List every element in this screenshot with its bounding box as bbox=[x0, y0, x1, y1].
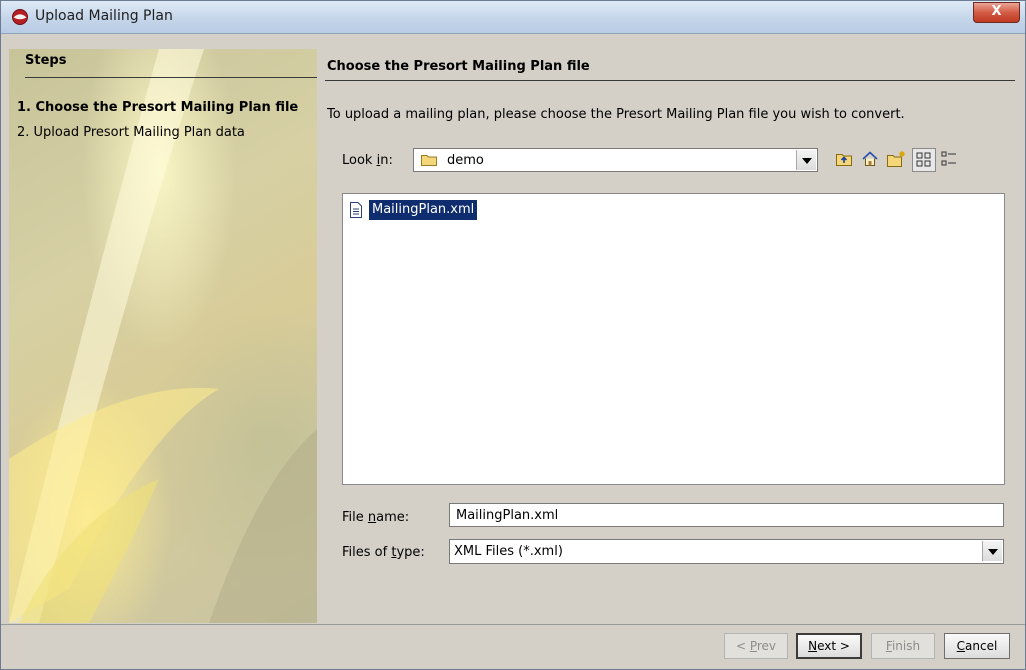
folder-icon bbox=[421, 155, 437, 166]
look-in-label: Look in: bbox=[342, 153, 393, 168]
file-type-value: XML Files (*.xml) bbox=[454, 544, 563, 559]
cancel-button[interactable]: Cancel bbox=[944, 633, 1010, 659]
file-type-label: Files of type: bbox=[342, 545, 425, 560]
details-view-icon bbox=[941, 151, 956, 166]
look-in-dropdown[interactable]: demo bbox=[413, 148, 818, 172]
look-in-value: demo bbox=[447, 153, 484, 168]
file-name-field[interactable] bbox=[449, 503, 1004, 527]
home-icon bbox=[862, 151, 878, 166]
step-choose-file: 1. Choose the Presort Mailing Plan file bbox=[17, 100, 299, 115]
document-icon bbox=[350, 202, 362, 218]
new-folder-icon bbox=[887, 151, 905, 167]
home-button[interactable] bbox=[859, 148, 883, 172]
details-view-button[interactable] bbox=[938, 148, 962, 172]
steps-divider bbox=[25, 77, 317, 78]
file-name-label: File name: bbox=[342, 510, 410, 525]
title-bar: Upload Mailing Plan X bbox=[1, 1, 1025, 34]
close-icon: X bbox=[991, 4, 1002, 19]
file-list[interactable]: MailingPlan.xml bbox=[342, 193, 1005, 485]
steps-header: Steps bbox=[25, 53, 67, 68]
step-upload-data: 2. Upload Presort Mailing Plan data bbox=[17, 125, 245, 140]
prev-button[interactable]: < Prev bbox=[724, 633, 788, 659]
file-name-label: MailingPlan.xml bbox=[369, 200, 478, 220]
chevron-down-icon[interactable] bbox=[796, 150, 816, 170]
list-view-icon bbox=[916, 152, 931, 167]
upload-mailing-plan-dialog: Upload Mailing Plan X Steps 1. Choose th… bbox=[0, 0, 1026, 670]
app-icon bbox=[12, 9, 28, 25]
finish-button[interactable]: Finish bbox=[871, 633, 935, 659]
page-title: Choose the Presort Mailing Plan file bbox=[327, 59, 590, 74]
chevron-down-icon[interactable] bbox=[982, 541, 1002, 561]
new-folder-button[interactable] bbox=[885, 148, 909, 172]
window-title: Upload Mailing Plan bbox=[35, 8, 173, 24]
close-button[interactable]: X bbox=[973, 2, 1020, 23]
up-one-level-button[interactable] bbox=[833, 148, 857, 172]
instruction-text: To upload a mailing plan, please choose … bbox=[327, 107, 905, 122]
up-one-level-icon bbox=[836, 154, 852, 166]
list-view-button[interactable] bbox=[912, 148, 936, 172]
header-divider bbox=[325, 80, 1015, 81]
next-button[interactable]: Next > bbox=[796, 633, 862, 659]
file-type-dropdown[interactable]: XML Files (*.xml) bbox=[449, 539, 1004, 564]
